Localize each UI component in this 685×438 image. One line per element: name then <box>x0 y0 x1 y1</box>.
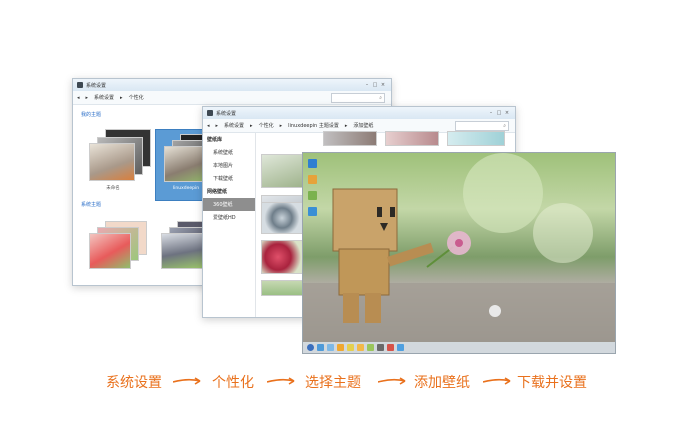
breadcrumb-separator-icon: ▸ <box>250 122 253 129</box>
dock-icon[interactable] <box>317 344 324 351</box>
steps-flow: 系统设置 个性化 选择主题 添加壁纸 下载并设置 <box>0 372 685 391</box>
dock-icon[interactable] <box>357 344 364 351</box>
dock-icon[interactable] <box>377 344 384 351</box>
theme-caption: 未命名 <box>106 186 120 191</box>
step-system-settings: 系统设置 <box>106 375 162 391</box>
wallpaper-thumbnail[interactable] <box>261 280 303 296</box>
step-download-and-set: 下载并设置 <box>517 375 587 391</box>
nav-toolbar: ◂ ▸ 系统设置 ▸ 个性化 ⌕ <box>73 91 391 105</box>
dock-icon[interactable] <box>367 344 374 351</box>
wallpaper-thumbnail[interactable] <box>385 131 439 146</box>
back-icon[interactable]: ◂ <box>77 95 80 101</box>
window-title: 系统设置 <box>216 110 237 117</box>
theme-preview-front <box>89 233 131 269</box>
wallpaper-sidebar: 壁纸库 系统壁纸 本地图片 下载壁纸 网络壁纸 360壁纸 爱壁纸HD <box>203 133 256 317</box>
minimize-icon[interactable]: – <box>363 82 371 88</box>
wallpaper-image <box>303 153 615 353</box>
wallpaper-thumbnail[interactable] <box>261 240 303 274</box>
theme-preview-front <box>161 233 203 269</box>
sidebar-item-aibizhi-hd[interactable]: 爱壁纸HD <box>203 211 255 224</box>
maximize-icon[interactable]: □ <box>371 82 379 88</box>
desktop-icon[interactable] <box>308 207 317 216</box>
section-system-themes: 系统主题 <box>81 202 102 208</box>
search-icon: ⌕ <box>503 123 506 129</box>
close-icon[interactable]: × <box>379 82 387 88</box>
dock-icon[interactable] <box>397 344 404 351</box>
sidebar-item-local-images[interactable]: 本地图片 <box>203 159 255 172</box>
dock-icon[interactable] <box>337 344 344 351</box>
breadcrumb-item[interactable]: 系统设置 <box>94 94 114 101</box>
arrow-right-icon <box>267 377 295 385</box>
dock-icon[interactable] <box>327 344 334 351</box>
sidebar-group-library: 壁纸库 <box>207 137 223 143</box>
breadcrumb-item[interactable]: 个性化 <box>259 122 274 129</box>
back-icon[interactable]: ◂ <box>207 123 210 129</box>
step-personalize: 个性化 <box>212 375 254 391</box>
wallpaper-thumbnail[interactable] <box>261 202 303 234</box>
sidebar-item-downloaded[interactable]: 下载壁纸 <box>203 172 255 185</box>
forward-icon[interactable]: ▸ <box>216 123 219 129</box>
breadcrumb-item[interactable]: 添加壁纸 <box>353 122 373 129</box>
wallpaper-thumbnail[interactable] <box>261 154 303 188</box>
close-icon[interactable]: × <box>503 110 511 116</box>
breadcrumb-separator-icon: ▸ <box>279 122 283 129</box>
wallpaper-thumbnail[interactable] <box>323 131 377 146</box>
section-my-themes: 我的主题 <box>81 112 102 118</box>
breadcrumb-separator-icon: ▸ <box>344 122 348 129</box>
window-titlebar: 系统设置 – □ × <box>203 107 515 119</box>
theme-preview-front <box>89 143 135 181</box>
maximize-icon[interactable]: □ <box>495 110 503 116</box>
dock-icon[interactable] <box>347 344 354 351</box>
app-icon <box>77 82 83 88</box>
search-input[interactable]: ⌕ <box>455 121 509 131</box>
breadcrumb-separator-icon: ▸ <box>120 94 123 101</box>
minimize-icon[interactable]: – <box>487 110 495 116</box>
sidebar-item-360-wallpaper[interactable]: 360壁纸 <box>203 198 255 211</box>
window-title: 系统设置 <box>86 82 107 89</box>
step-choose-theme: 选择主题 <box>305 375 361 391</box>
window-titlebar: 系统设置 – □ × <box>73 79 391 91</box>
sidebar-item-system-wallpaper[interactable]: 系统壁纸 <box>203 146 255 159</box>
arrow-right-icon <box>173 377 201 385</box>
desktop-icon[interactable] <box>308 175 317 184</box>
breadcrumb-item[interactable]: linuxdeepin 主题设置 <box>288 122 339 129</box>
theme-card[interactable] <box>89 219 151 277</box>
search-input[interactable]: ⌕ <box>331 93 385 103</box>
taskbar-dock <box>303 342 615 353</box>
dock-icon[interactable] <box>307 344 314 351</box>
desktop-icon[interactable] <box>308 159 317 168</box>
arrow-right-icon <box>378 377 406 385</box>
dock-icon[interactable] <box>387 344 394 351</box>
breadcrumb-item[interactable]: 个性化 <box>129 94 144 101</box>
desktop-icon[interactable] <box>308 191 317 200</box>
step-add-wallpaper: 添加壁纸 <box>414 375 470 391</box>
forward-icon[interactable]: ▸ <box>86 95 89 101</box>
wallpaper-thumbnail[interactable] <box>447 131 505 146</box>
theme-card[interactable]: 未命名 <box>85 123 155 195</box>
desktop-preview <box>302 152 616 354</box>
app-icon <box>207 110 213 116</box>
search-icon: ⌕ <box>379 95 382 101</box>
breadcrumb-item[interactable]: 系统设置 <box>224 122 244 129</box>
arrow-right-icon <box>483 377 511 385</box>
sidebar-group-online: 网络壁纸 <box>207 189 228 195</box>
